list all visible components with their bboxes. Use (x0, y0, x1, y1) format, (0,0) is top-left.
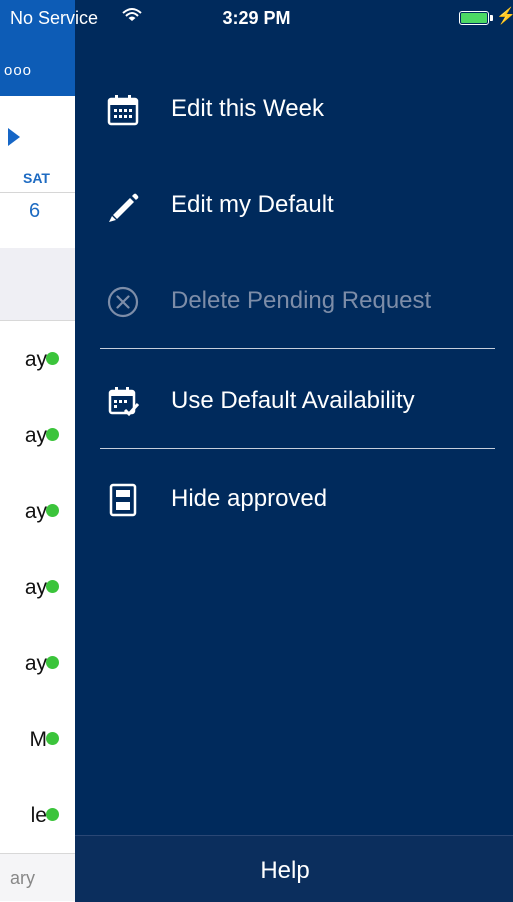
calendar-check-icon (105, 384, 141, 420)
clock: 3:29 PM (222, 8, 291, 28)
status-dot (46, 656, 59, 669)
list-item-text: ay (24, 576, 47, 599)
help-button[interactable]: Help (75, 835, 513, 902)
circle-x-icon (105, 284, 141, 320)
menu-item-label: Hide approved (171, 485, 328, 512)
list-item[interactable]: ay (0, 397, 75, 474)
menu-item-use-default-availability[interactable]: Use Default Availability (75, 354, 513, 450)
menu-item-hide-approved[interactable]: Hide approved (75, 452, 513, 548)
play-arrow-icon[interactable] (8, 128, 20, 146)
status-dot (46, 352, 59, 365)
list-item[interactable]: ay (0, 549, 75, 626)
list-item-text: M (29, 728, 48, 751)
day-number[interactable]: 6 (29, 200, 40, 223)
menu-item-edit-this-week[interactable]: Edit this Week (75, 62, 513, 158)
day-name: SAT (23, 170, 50, 186)
background-footer[interactable]: ary (0, 853, 75, 901)
layout-blocks-icon (105, 482, 141, 518)
list-item[interactable]: ay (0, 473, 75, 550)
battery-level (461, 13, 487, 23)
status-dot (46, 580, 59, 593)
section-header (0, 248, 75, 321)
list-item-text: ay (24, 348, 47, 371)
menu-divider (100, 448, 495, 449)
menu-item-label: Edit my Default (171, 191, 334, 218)
week-divider (0, 192, 75, 193)
calendar-icon (105, 92, 141, 128)
list-item[interactable]: M (0, 701, 75, 778)
side-menu: Edit this Week Edit my Default Delete Pe… (75, 0, 513, 902)
list-item[interactable]: le (0, 777, 75, 854)
menu-item-label: Edit this Week (171, 95, 324, 122)
status-dot (46, 428, 59, 441)
battery-tip (490, 15, 493, 21)
menu-item-delete-pending-request[interactable]: Delete Pending Request (75, 254, 513, 350)
status-dot (46, 732, 59, 745)
header-fragment: ooo (4, 62, 33, 79)
status-dot (46, 808, 59, 821)
list-item-text: ay (24, 500, 47, 523)
footer-fragment: ary (10, 868, 36, 888)
list-item-text: ay (24, 424, 47, 447)
battery-icon (459, 11, 489, 25)
pencil-icon (105, 188, 141, 224)
menu-divider (100, 348, 495, 349)
menu-item-label: Use Default Availability (171, 387, 415, 414)
help-label: Help (260, 857, 310, 884)
list-item-text: le (30, 804, 47, 827)
menu-item-label: Delete Pending Request (171, 287, 432, 314)
background-screen: ooo SAT 6 ay ay ay ay ay M le ary (0, 0, 75, 901)
list-item-text: ay (24, 652, 47, 675)
menu-item-edit-my-default[interactable]: Edit my Default (75, 158, 513, 254)
list-item[interactable]: ay (0, 625, 75, 702)
status-bar: No Service 3:29 PM ⚡ (0, 0, 513, 40)
bolt-icon: ⚡ (496, 8, 513, 25)
list-item[interactable]: ay (0, 321, 75, 398)
status-dot (46, 504, 59, 517)
